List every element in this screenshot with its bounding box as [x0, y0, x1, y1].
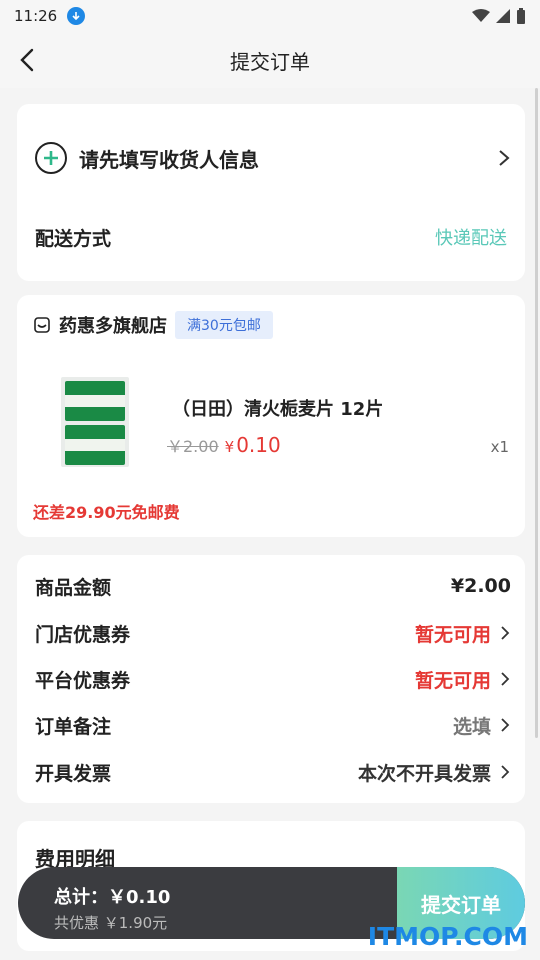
back-arrow-icon[interactable] [14, 46, 42, 74]
delivery-row[interactable]: 配送方式 快递配送 [35, 222, 507, 252]
store-header: 药惠多旗舰店 满30元包邮 [33, 311, 273, 339]
add-circle-icon [35, 142, 67, 174]
watermark-logo: ITMOP.COM [367, 922, 528, 951]
delivery-value: 快递配送 [435, 228, 507, 249]
platform-coupon-row[interactable]: 平台优惠券 暂无可用 [35, 664, 511, 694]
store-icon [34, 317, 50, 333]
order-note-row[interactable]: 订单备注 选填 [35, 710, 511, 740]
store-coupon-label: 门店优惠券 [35, 623, 131, 646]
product-name: （日田）清火栀麦片 12片 [172, 399, 384, 420]
store-coupon-value: 暂无可用 [414, 623, 491, 646]
battery-icon [517, 8, 525, 24]
shipping-note: 还差29.90元免邮费 [33, 503, 180, 522]
address-prompt: 请先填写收货人信息 [79, 147, 259, 172]
store-name: 药惠多旗舰店 [59, 316, 167, 337]
summary-card: 商品金额 ¥2.00 门店优惠券 暂无可用 平台优惠券 暂无可用 订单备注 选填… [17, 555, 525, 803]
price-row: ￥2.00 ¥0.10 [167, 433, 281, 457]
total-amount: 总计：￥0.10 [54, 887, 171, 908]
current-price: ¥0.10 [224, 433, 281, 457]
chevron-right-icon [501, 718, 510, 732]
goods-amount-row: 商品金额 ¥2.00 [35, 571, 511, 601]
original-price: ￥2.00 [167, 437, 219, 456]
invoice-row[interactable]: 开具发票 本次不开具发票 [35, 757, 511, 787]
chevron-right-icon [501, 626, 510, 640]
download-icon [67, 7, 86, 25]
order-note-label: 订单备注 [35, 715, 112, 738]
invoice-label: 开具发票 [35, 762, 112, 785]
platform-coupon-value: 暂无可用 [414, 669, 491, 692]
order-note-value: 选填 [452, 715, 491, 738]
signal-icon [496, 9, 510, 23]
free-shipping-badge: 满30元包邮 [175, 311, 273, 339]
chevron-right-icon [501, 672, 510, 686]
product-image[interactable] [61, 377, 129, 467]
total-summary: 总计：￥0.10 共优惠 ￥1.90元 [18, 867, 397, 939]
status-bar: 11:26 [0, 0, 540, 32]
product-quantity: x1 [490, 438, 509, 456]
platform-coupon-label: 平台优惠券 [35, 669, 131, 692]
store-card: 药惠多旗舰店 满30元包邮 （日田）清火栀麦片 12片 ￥2.00 ¥0.10 … [17, 295, 525, 537]
wifi-icon [472, 9, 490, 22]
invoice-value: 本次不开具发票 [357, 762, 491, 785]
goods-amount-label: 商品金额 [35, 576, 112, 599]
chevron-right-icon [501, 765, 510, 779]
add-address-row[interactable]: 请先填写收货人信息 [35, 142, 511, 174]
discount-amount: 共优惠 ￥1.90元 [54, 914, 168, 932]
nav-bar: 提交订单 [0, 32, 540, 88]
address-card: 请先填写收货人信息 配送方式 快递配送 [17, 104, 525, 281]
page-title: 提交订单 [230, 49, 310, 74]
scrollbar[interactable] [535, 88, 538, 738]
status-time: 11:26 [14, 7, 58, 25]
store-coupon-row[interactable]: 门店优惠券 暂无可用 [35, 618, 511, 648]
delivery-label: 配送方式 [35, 227, 112, 250]
goods-amount-value: ¥2.00 [450, 575, 511, 597]
chevron-right-icon [499, 150, 510, 166]
